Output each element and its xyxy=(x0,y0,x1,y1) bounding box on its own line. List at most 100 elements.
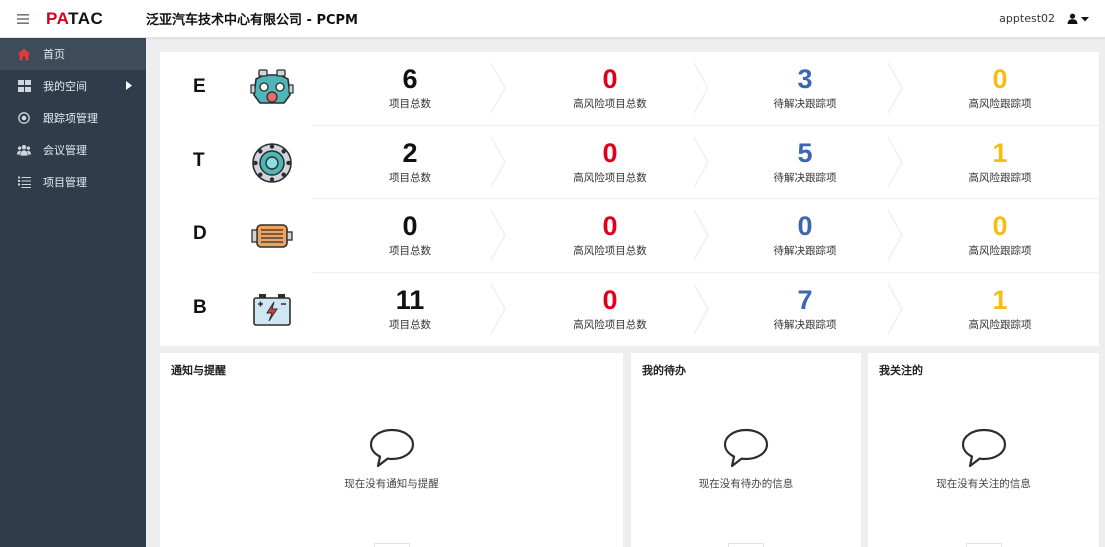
stat-label: 待解决跟踪项 xyxy=(773,98,837,110)
user-menu[interactable]: apptest02 xyxy=(999,12,1105,25)
stat-label: 高风险项目总数 xyxy=(573,171,647,184)
empty-message: 现在没有待办的信息 xyxy=(698,478,794,490)
stat-value: 5 xyxy=(797,137,813,168)
card-footer-stub xyxy=(965,543,1002,547)
stat-high-risk-items[interactable]: 1 高风险跟踪项 xyxy=(910,126,1090,200)
stat-high-risk-projects[interactable]: 0 高风险项目总数 xyxy=(520,126,700,200)
stat-high-risk-projects[interactable]: 0 高风险项目总数 xyxy=(520,52,700,126)
stat-row-b: B 11 项目总数 0 高风险项目总数 7 待解决跟踪项 1 高风险跟踪项 xyxy=(160,273,1099,347)
stat-value: 0 xyxy=(797,211,813,241)
empty-message: 现在没有关注的信息 xyxy=(936,478,1031,490)
stat-label: 项目总数 xyxy=(389,98,431,110)
stat-value: 0 xyxy=(992,211,1008,241)
stat-pending[interactable]: 3 待解决跟踪项 xyxy=(710,52,900,126)
stat-value: 0 xyxy=(992,64,1008,94)
stat-value: 2 xyxy=(402,137,418,168)
user-icon xyxy=(1067,13,1078,24)
stat-value: 3 xyxy=(797,64,813,94)
stat-value: 0 xyxy=(602,284,618,315)
chevron-divider xyxy=(693,283,709,334)
stats-panel: E 6 项目总数 0 高风险项目总数 3 待解决跟踪项 0 高风险跟踪项 T 2… xyxy=(160,52,1099,346)
stat-total[interactable]: 6 项目总数 xyxy=(320,52,500,126)
stat-value: 0 xyxy=(602,211,618,241)
stat-row-e: E 6 项目总数 0 高风险项目总数 3 待解决跟踪项 0 高风险跟踪项 xyxy=(160,52,1099,126)
user-dropdown[interactable] xyxy=(1067,13,1089,24)
stat-high-risk-items[interactable]: 0 高风险跟踪项 xyxy=(910,199,1090,273)
stat-high-risk-items[interactable]: 1 高风险跟踪项 xyxy=(910,273,1090,347)
stat-total[interactable]: 0 项目总数 xyxy=(320,199,500,273)
stat-label: 项目总数 xyxy=(389,318,431,331)
engine-icon xyxy=(250,69,294,104)
chevron-divider xyxy=(887,62,903,114)
sidebar-item-meetings[interactable]: 会议管理 xyxy=(0,134,146,166)
stat-total[interactable]: 2 项目总数 xyxy=(320,126,500,200)
speech-bubble-icon xyxy=(369,428,414,468)
stat-value: 0 xyxy=(602,137,618,168)
stat-label: 待解决跟踪项 xyxy=(773,245,837,257)
grid-icon xyxy=(17,79,31,93)
stat-pending[interactable]: 7 待解决跟踪项 xyxy=(710,273,900,347)
stat-label: 高风险跟踪项 xyxy=(968,98,1032,110)
username[interactable]: apptest02 xyxy=(999,12,1055,25)
main-content: E 6 项目总数 0 高风险项目总数 3 待解决跟踪项 0 高风险跟踪项 T 2… xyxy=(146,38,1105,547)
chevron-divider xyxy=(887,136,903,187)
chevron-divider xyxy=(490,283,506,334)
sidebar-item-label: 会议管理 xyxy=(43,144,87,157)
sidebar-item-label: 项目管理 xyxy=(43,176,87,189)
stat-label: 高风险跟踪项 xyxy=(968,171,1032,184)
caret-down-icon xyxy=(1081,16,1089,21)
list-icon xyxy=(17,175,31,189)
stat-label: 高风险项目总数 xyxy=(573,245,647,257)
sidebar-item-my-space[interactable]: 我的空间 xyxy=(0,70,146,102)
card-title: 我的待办 xyxy=(642,364,686,377)
stat-label: 高风险项目总数 xyxy=(573,318,647,331)
empty-state: 现在没有关注的信息 xyxy=(868,428,1099,491)
stat-row-d: D 0 项目总数 0 高风险项目总数 0 待解决跟踪项 0 高风险跟踪项 xyxy=(160,199,1099,273)
stat-row-t: T 2 项目总数 0 高风险项目总数 5 待解决跟踪项 1 高风险跟踪项 xyxy=(160,126,1099,200)
brand-logo[interactable]: PATAC xyxy=(46,9,146,29)
chevron-divider xyxy=(490,209,506,261)
chevron-divider xyxy=(693,136,709,187)
chevron-divider xyxy=(490,62,506,114)
card-following: 我关注的 现在没有关注的信息 xyxy=(868,353,1099,547)
home-icon xyxy=(17,47,31,61)
row-letter: T xyxy=(193,149,205,171)
sidebar-item-tracking[interactable]: 跟踪项管理 xyxy=(0,102,146,134)
stat-value: 1 xyxy=(992,284,1008,315)
stat-label: 高风险跟踪项 xyxy=(968,318,1032,331)
chevron-divider xyxy=(693,62,709,114)
sidebar: 首页 我的空间 跟踪项管理 会议管理 项目管理 xyxy=(0,38,146,547)
stat-label: 待解决跟踪项 xyxy=(773,171,837,184)
target-icon xyxy=(17,111,31,125)
stat-high-risk-items[interactable]: 0 高风险跟踪项 xyxy=(910,52,1090,126)
card-footer-stub xyxy=(728,543,764,547)
stat-value: 1 xyxy=(992,137,1008,168)
sidebar-item-home[interactable]: 首页 xyxy=(0,38,146,70)
row-letter: E xyxy=(193,76,206,97)
empty-message: 现在没有通知与提醒 xyxy=(344,478,439,490)
sidebar-item-label: 首页 xyxy=(43,48,65,61)
stat-high-risk-projects[interactable]: 0 高风险项目总数 xyxy=(520,199,700,273)
empty-state: 现在没有通知与提醒 xyxy=(160,428,623,491)
chevron-divider xyxy=(693,209,709,261)
card-title: 通知与提醒 xyxy=(171,364,226,377)
chevron-divider xyxy=(490,136,506,187)
app-title: 泛亚汽车技术中心有限公司 - PCPM xyxy=(146,13,358,28)
chevron-divider xyxy=(887,209,903,261)
empty-state: 现在没有待办的信息 xyxy=(631,428,861,491)
row-letter: B xyxy=(193,296,207,318)
stat-label: 项目总数 xyxy=(389,171,431,184)
stat-pending[interactable]: 5 待解决跟踪项 xyxy=(710,126,900,200)
stat-label: 高风险项目总数 xyxy=(573,98,647,110)
stat-total[interactable]: 11 项目总数 xyxy=(320,273,500,347)
stat-value: 6 xyxy=(402,64,418,94)
hamburger-icon[interactable] xyxy=(0,0,46,38)
stat-high-risk-projects[interactable]: 0 高风险项目总数 xyxy=(520,273,700,347)
stat-value: 7 xyxy=(797,284,813,315)
row-letter: D xyxy=(193,223,207,244)
caret-right-icon xyxy=(126,81,132,90)
card-notifications: 通知与提醒 现在没有通知与提醒 xyxy=(160,353,623,547)
chevron-divider xyxy=(887,283,903,334)
stat-pending[interactable]: 0 待解决跟踪项 xyxy=(710,199,900,273)
sidebar-item-projects[interactable]: 项目管理 xyxy=(0,166,146,198)
